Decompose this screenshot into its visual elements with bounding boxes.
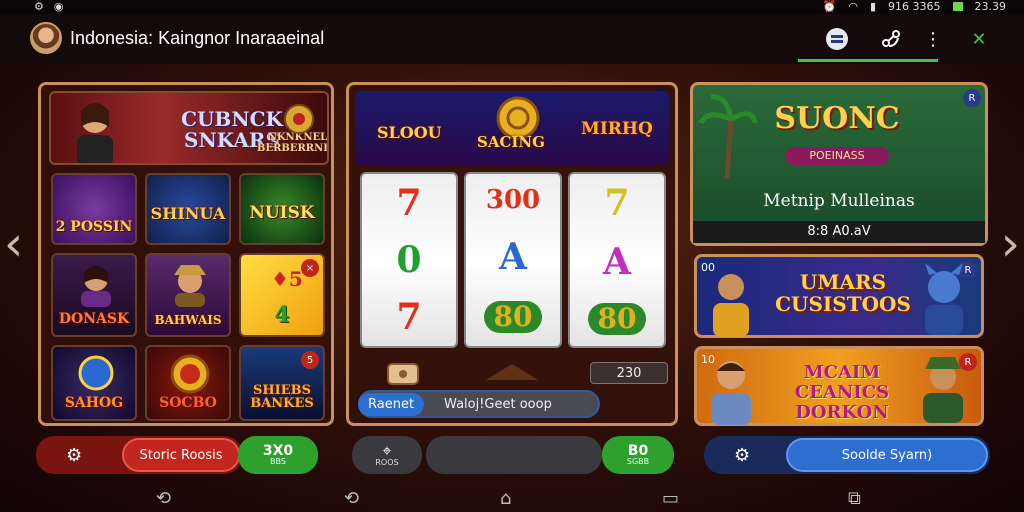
value-box: 230 xyxy=(590,362,668,384)
alarm-icon: ⏰ xyxy=(822,0,837,13)
close-icon[interactable]: × xyxy=(301,259,319,277)
game-tile[interactable]: SOCBO xyxy=(145,345,231,421)
card-subtitle: POEINASS xyxy=(785,147,889,165)
chest-icon xyxy=(387,363,419,385)
active-indicator xyxy=(798,59,938,62)
sync-button[interactable]: Soolde Syarn) xyxy=(786,438,988,472)
character-icon xyxy=(711,361,751,425)
wifi-icon: ◠ xyxy=(848,0,858,13)
trophy-icon xyxy=(284,104,314,134)
game-tile[interactable]: BAHWAIS xyxy=(145,253,231,337)
mid-control-bar xyxy=(426,436,602,474)
card-line: Metnip Mulleinas xyxy=(763,191,915,211)
android-debug-icon: ⚙ xyxy=(34,0,44,13)
character-icon xyxy=(81,266,111,307)
card-badge: R xyxy=(963,89,981,107)
card-title: MCAIM CEANICS DORKON xyxy=(794,362,890,423)
battery-icon xyxy=(952,2,963,11)
game-tile[interactable]: DONASK xyxy=(51,253,137,337)
clock: 23.39 xyxy=(974,0,1007,13)
character-icon xyxy=(713,274,749,337)
back-icon[interactable]: ⟲ xyxy=(344,488,359,509)
game-tile[interactable]: 5 SHIEBS BANKES xyxy=(239,345,325,421)
featured-banner[interactable]: CUBNCK SNKARS NKNKNEL BERBERRNLE xyxy=(49,91,329,165)
slot-reel: 7 A 80 xyxy=(568,172,666,348)
card-title: UMARS CUSISTOOS xyxy=(775,270,911,316)
share-icon[interactable] xyxy=(878,26,904,52)
storic-button[interactable]: Storic Roosis xyxy=(122,438,240,472)
slot-reel: 7 0 7 xyxy=(360,172,458,348)
status-bar: ⚙ ◉ ⏰ ◠ ▮ 916 3365 23.39 xyxy=(0,0,1024,14)
search-input[interactable]: Raenet Waloj!Geet ooop xyxy=(358,390,600,418)
flag-icon[interactable] xyxy=(824,26,850,52)
close-icon[interactable]: ✕ xyxy=(966,26,992,52)
settings-icon: ◉ xyxy=(53,0,64,13)
more-icon[interactable]: ⋮ xyxy=(920,26,946,52)
game-tile[interactable]: 2 POSSIN xyxy=(51,173,137,245)
slot-header: SLOOU SACING MIRHQ xyxy=(355,91,669,165)
game-tile[interactable]: SAHOG xyxy=(51,345,137,421)
left-game-panel: 15 CUBNCK SNKARS NKNKNEL BERBERRNLE 2 PO… xyxy=(38,82,334,426)
game-tile[interactable]: × ♦5 4 xyxy=(239,253,325,337)
overview-icon[interactable]: ⧉ xyxy=(848,488,861,509)
back-icon[interactable]: ⟲ xyxy=(156,488,171,509)
creature-icon xyxy=(925,263,963,335)
card-info: 8:8 A0.aV xyxy=(693,221,985,243)
banner-subtitle: NKNKNEL BERBERRNLE xyxy=(257,132,328,154)
location-button[interactable]: ⌖ ROOS xyxy=(352,436,422,474)
next-arrow-icon[interactable]: › xyxy=(1001,220,1020,268)
prev-arrow-icon[interactable]: ‹ xyxy=(4,220,23,268)
search-text: Waloj!Geet ooop xyxy=(444,396,552,412)
featured-game-card[interactable]: R SUONC POEINASS Metnip Mulleinas 8:8 A0… xyxy=(690,82,988,246)
page-title: Indonesia: Kaingnor Inaraaeinal xyxy=(70,28,325,48)
location-pin-icon: ⌖ xyxy=(382,441,392,460)
game-card[interactable]: 10 R MCAIM CEANICS DORKON xyxy=(694,346,984,426)
status-text: 916 3365 xyxy=(888,0,941,13)
card-title: SUONC xyxy=(774,101,900,136)
recents-icon[interactable]: ▭ xyxy=(662,488,679,509)
character-icon xyxy=(174,265,206,307)
search-label: Raenet xyxy=(358,392,425,416)
coin-icon xyxy=(78,355,114,391)
hero-portrait-icon xyxy=(77,103,113,163)
app-bar: Indonesia: Kaingnor Inaraaeinal ⋮ ✕ xyxy=(0,14,1024,64)
game-card[interactable]: 00 R UMARS CUSISTOOS xyxy=(694,254,984,338)
mid-counter[interactable]: B0 SGBB xyxy=(602,436,674,474)
tile-badge: 5 xyxy=(301,351,319,369)
game-tile[interactable]: NUISK xyxy=(239,173,325,245)
gear-icon[interactable]: ⚙ xyxy=(66,445,82,466)
coin-icon xyxy=(170,354,210,394)
triangle-icon xyxy=(486,364,538,380)
avatar[interactable] xyxy=(30,22,62,54)
character-icon xyxy=(923,357,963,423)
dice-icon: ♦5 xyxy=(271,267,303,291)
gear-icon[interactable]: ⚙ xyxy=(734,445,750,466)
palm-tree-icon xyxy=(698,94,757,179)
home-icon[interactable]: ⌂ xyxy=(500,488,511,509)
signal-icon: ▮ xyxy=(869,0,876,13)
game-tile[interactable]: SHINUA xyxy=(145,173,231,245)
slot-reel: 300 A 80 xyxy=(464,172,562,348)
left-counter[interactable]: 3X0 BBS xyxy=(238,436,318,474)
